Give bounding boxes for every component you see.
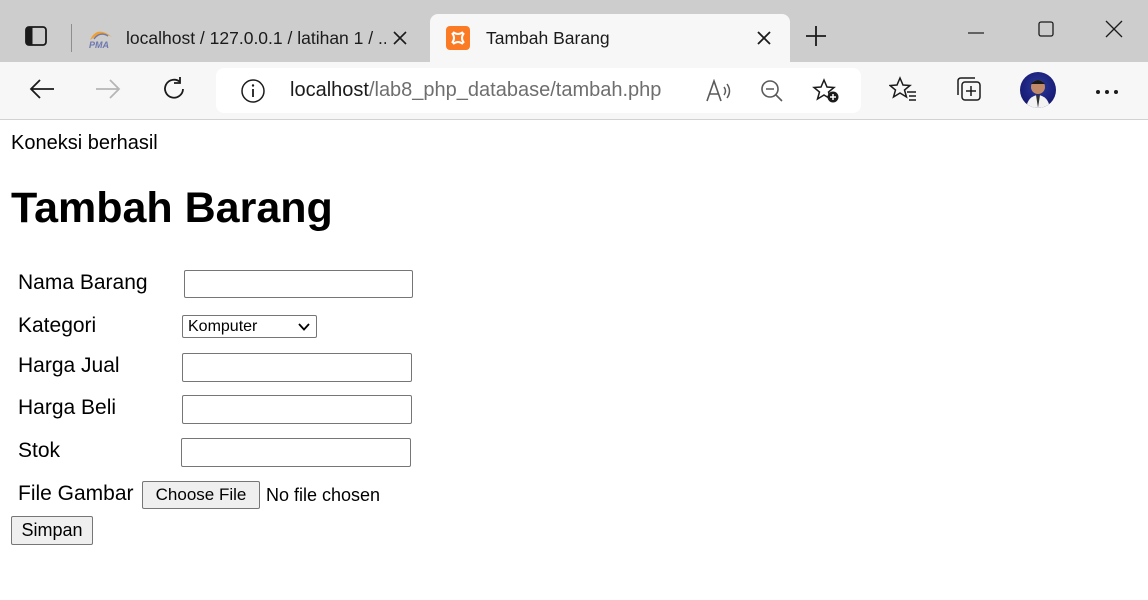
tab-phpmyadmin[interactable]: PMA localhost / 127.0.0.1 / latihan 1 / … bbox=[76, 14, 426, 62]
simpan-button[interactable]: Simpan bbox=[11, 516, 93, 545]
browser-toolbar: localhost/lab8_php_database/tambah.php bbox=[0, 62, 1148, 120]
minimize-icon bbox=[967, 22, 985, 40]
kategori-selected-value: Komputer bbox=[188, 317, 258, 335]
back-button[interactable] bbox=[22, 71, 62, 111]
maximize-button[interactable] bbox=[1023, 10, 1069, 52]
choose-file-button[interactable]: Choose File bbox=[142, 481, 260, 509]
close-icon[interactable] bbox=[386, 24, 414, 52]
reload-button[interactable] bbox=[154, 71, 194, 111]
back-arrow-icon bbox=[29, 78, 55, 105]
read-aloud-icon[interactable] bbox=[703, 76, 735, 106]
favorites-button[interactable] bbox=[883, 71, 923, 111]
tab-tambah-barang[interactable]: Tambah Barang bbox=[430, 14, 790, 62]
xampp-icon bbox=[445, 25, 471, 51]
tab-title: localhost / 127.0.0.1 / latihan 1 / ... bbox=[126, 27, 386, 48]
forward-button[interactable] bbox=[88, 71, 128, 111]
window-close-button[interactable] bbox=[1091, 10, 1137, 52]
tab-actions-icon bbox=[25, 25, 47, 51]
svg-text:PMA: PMA bbox=[89, 40, 109, 49]
add-favorite-icon[interactable] bbox=[810, 76, 842, 106]
tab-bar: PMA localhost / 127.0.0.1 / latihan 1 / … bbox=[0, 0, 1148, 62]
label-harga-jual: Harga Jual bbox=[18, 354, 120, 377]
kategori-select[interactable]: Komputer bbox=[182, 315, 317, 338]
minimize-button[interactable] bbox=[953, 10, 999, 52]
stok-input[interactable] bbox=[181, 438, 411, 467]
page-content: Koneksi berhasil Tambah Barang Nama Bara… bbox=[0, 120, 1148, 600]
label-kategori: Kategori bbox=[18, 314, 97, 337]
collections-button[interactable] bbox=[949, 71, 989, 111]
more-button[interactable] bbox=[1087, 71, 1127, 111]
tab-actions-button[interactable] bbox=[16, 22, 56, 54]
url-text[interactable]: localhost/lab8_php_database/tambah.php bbox=[290, 79, 661, 102]
maximize-icon bbox=[1038, 20, 1054, 42]
profile-avatar[interactable] bbox=[1020, 72, 1056, 108]
harga-beli-input[interactable] bbox=[182, 395, 412, 424]
zoom-out-icon[interactable] bbox=[756, 76, 788, 106]
label-nama-barang: Nama Barang bbox=[18, 271, 148, 294]
phpmyadmin-icon: PMA bbox=[88, 25, 114, 51]
connection-status: Koneksi berhasil bbox=[11, 132, 158, 154]
tab-separator bbox=[71, 24, 72, 52]
page-title: Tambah Barang bbox=[11, 184, 333, 232]
favorites-icon bbox=[888, 75, 917, 107]
reload-icon bbox=[161, 76, 187, 107]
address-bar[interactable]: localhost/lab8_php_database/tambah.php bbox=[216, 68, 861, 113]
file-status-text: No file chosen bbox=[266, 485, 381, 505]
tab-title: Tambah Barang bbox=[486, 27, 610, 48]
url-host: localhost bbox=[290, 79, 369, 101]
collections-icon bbox=[955, 76, 983, 107]
plus-icon bbox=[805, 25, 827, 52]
more-icon bbox=[1095, 82, 1119, 100]
url-path: /lab8_php_database/tambah.php bbox=[368, 79, 662, 101]
new-tab-button[interactable] bbox=[798, 22, 834, 54]
label-stok: Stok bbox=[18, 439, 61, 462]
forward-arrow-icon bbox=[95, 78, 121, 105]
info-icon[interactable] bbox=[238, 78, 268, 104]
close-icon bbox=[1105, 20, 1123, 43]
chevron-down-icon bbox=[297, 320, 311, 339]
close-icon[interactable] bbox=[750, 24, 778, 52]
harga-jual-input[interactable] bbox=[182, 353, 412, 382]
label-harga-beli: Harga Beli bbox=[18, 396, 117, 419]
nama-barang-input[interactable] bbox=[184, 270, 413, 298]
label-file-gambar: File Gambar bbox=[18, 482, 134, 505]
